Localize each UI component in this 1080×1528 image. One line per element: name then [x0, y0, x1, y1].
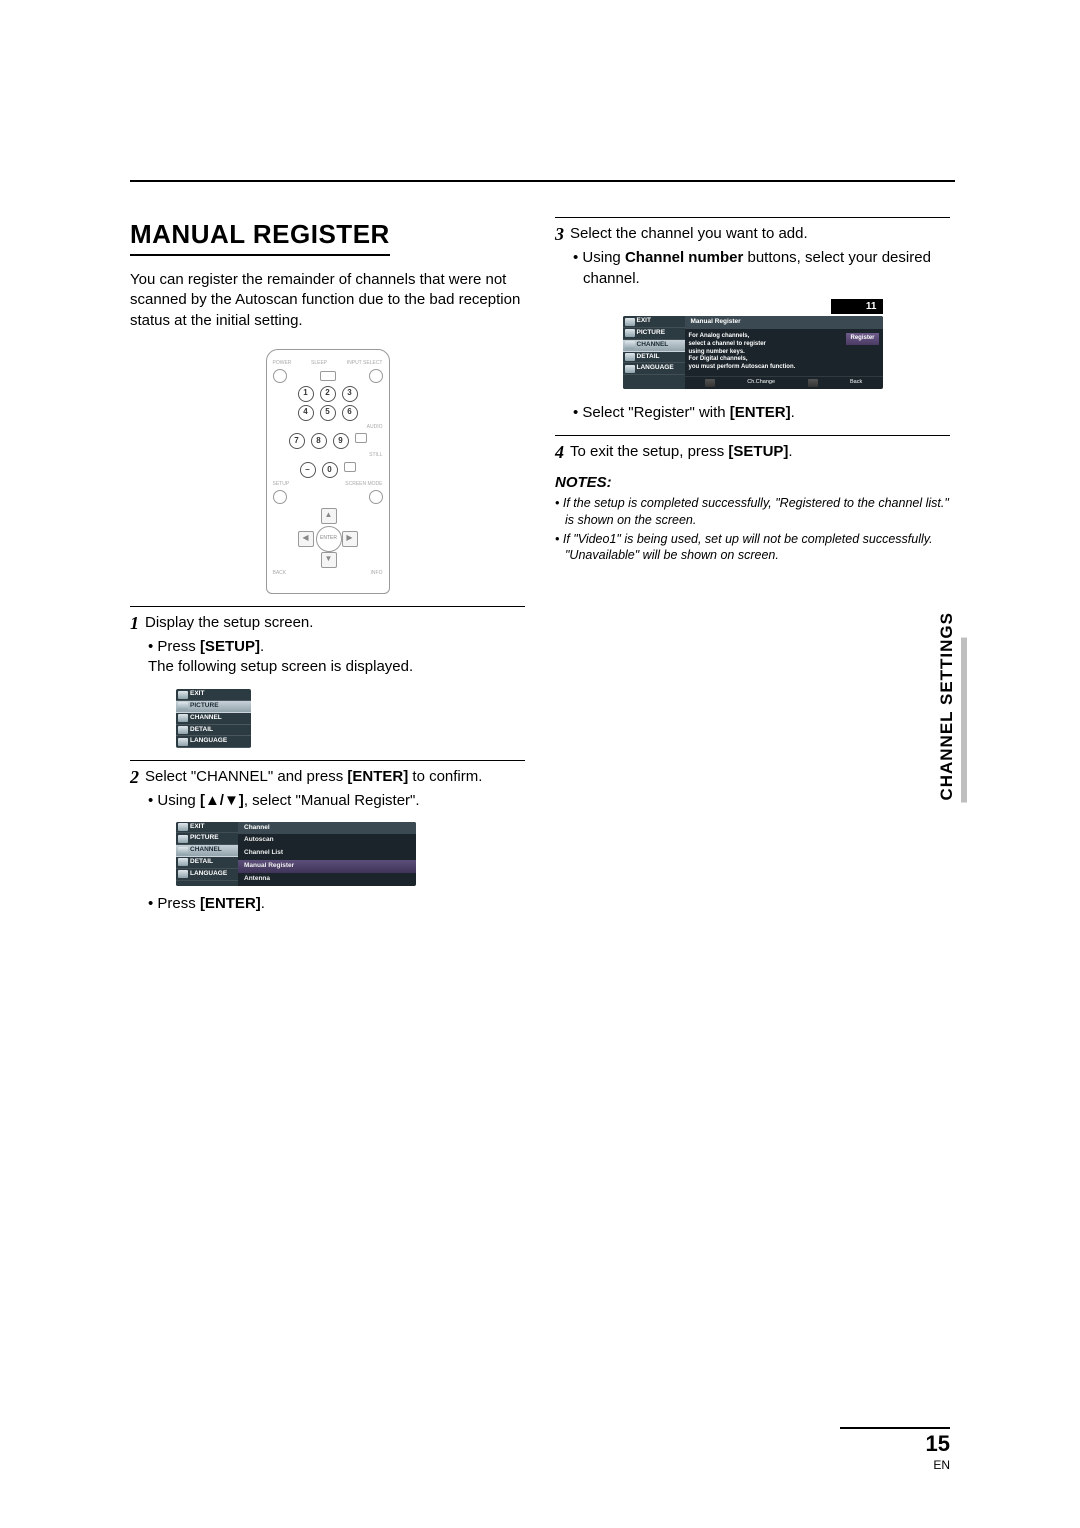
step-text: Select the channel you want to add. — [570, 224, 808, 244]
step-text: Select "CHANNEL" and press [ENTER] to co… — [145, 767, 482, 787]
page-lang: EN — [840, 1458, 950, 1472]
notes-body: If the setup is completed successfully, … — [555, 495, 950, 565]
bullet: Press [ENTER]. — [148, 894, 525, 914]
sub-text: The following setup screen is displayed. — [148, 657, 525, 677]
step-number: 2 — [130, 768, 139, 786]
remote-illustration: POWERSLEEPINPUT SELECT 123 456 AUDIO 789… — [266, 349, 390, 594]
step-text: Display the setup screen. — [145, 613, 313, 633]
section-tab: CHANNEL SETTINGS — [937, 612, 957, 801]
intro-text: You can register the remainder of channe… — [130, 270, 525, 331]
notes-header: NOTES: — [555, 473, 950, 493]
step-4: 4 To exit the setup, press [SETUP]. — [555, 442, 950, 462]
osd-setup-menu: EXIT PICTURE CHANNEL DETAIL LANGUAGE — [176, 689, 251, 748]
step-3: 3 Select the channel you want to add. — [555, 224, 950, 244]
step-number: 4 — [555, 443, 564, 461]
step-number: 3 — [555, 225, 564, 243]
right-column: 3 Select the channel you want to add. Us… — [555, 217, 950, 914]
page-number: 15 — [840, 1427, 950, 1457]
step-number: 1 — [130, 614, 139, 632]
register-button: Register — [846, 333, 878, 345]
osd-channel-menu: EXIT PICTURE CHANNEL DETAIL LANGUAGE Cha… — [176, 822, 416, 886]
step-text: To exit the setup, press [SETUP]. — [570, 442, 793, 462]
step-2: 2 Select "CHANNEL" and press [ENTER] to … — [130, 767, 525, 787]
channel-number-display: 11 — [831, 299, 883, 315]
bullet: Select "Register" with [ENTER]. — [573, 403, 950, 423]
bullet: Using [▲/▼], select "Manual Register". — [148, 791, 525, 811]
osd-manual-register: 11 EXIT PICTURE CHANNEL DETAIL LANGUAGE … — [623, 299, 883, 389]
bullet: Press [SETUP]. — [148, 637, 525, 657]
bullet: Using Channel number buttons, select you… — [573, 248, 950, 289]
left-column: MANUAL REGISTER You can register the rem… — [130, 217, 525, 914]
section-title: MANUAL REGISTER — [130, 217, 390, 256]
step-1: 1 Display the setup screen. — [130, 613, 525, 633]
page-footer: 15 EN — [840, 1427, 950, 1472]
manual-page: MANUAL REGISTER You can register the rem… — [130, 180, 955, 914]
